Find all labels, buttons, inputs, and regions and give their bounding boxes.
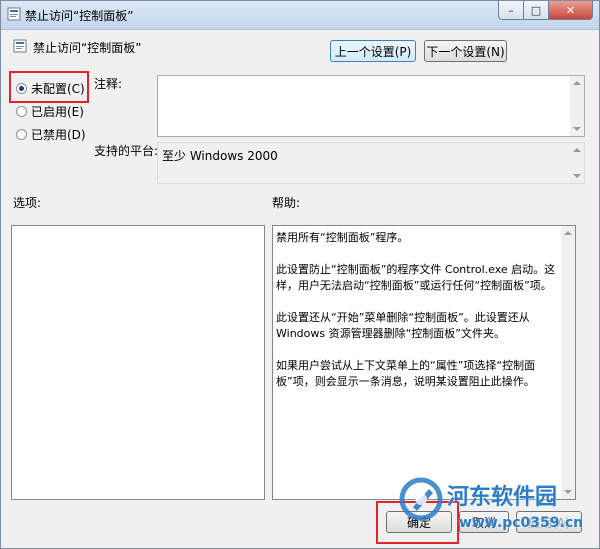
platform-label: 支持的平台: [94,144,159,158]
minimize-button[interactable]: – [498,1,524,20]
help-paragraph: 此设置还从“开始”菜单删除“控制面板”。此设置还从 Windows 资源管理器删… [276,311,530,340]
comment-scrollbar[interactable] [570,76,584,136]
comment-label: 注释: [94,77,123,91]
scroll-down-icon[interactable] [573,174,581,178]
options-label: 选项: [13,196,42,210]
maximize-button[interactable]: □ [524,1,549,20]
annotation-highlight-radio [9,71,89,103]
radio-enabled[interactable]: 已启用(E) [16,103,84,120]
platform-value: 至少 Windows 2000 [162,149,278,163]
policy-name: 禁止访问“控制面板” [33,41,142,55]
next-setting-button[interactable]: 下一个设置(N) [424,40,507,62]
help-scrollbar[interactable] [561,226,575,499]
radio-label: 已禁用(D) [31,128,86,142]
scroll-up-icon[interactable] [573,81,581,85]
help-text: 禁用所有“控制面板”程序。 此设置防止“控制面板”的程序文件 Control.e… [276,230,559,406]
help-paragraph: 如果用户尝试从上下文菜单上的“属性”项选择“控制面板”项，则会显示一条消息，说明… [276,359,536,388]
close-button[interactable]: ✕ [549,1,593,20]
help-paragraph: 禁用所有“控制面板”程序。 [276,231,409,244]
policy-dialog-window: 禁止访问“控制面板” – □ ✕ 禁止访问“控制面板” 上一个设置(P) 下一个… [0,0,600,549]
scroll-down-icon[interactable] [573,127,581,131]
watermark-title: 河东软件园 [447,484,558,510]
watermark-logo-icon [399,477,443,521]
previous-setting-button[interactable]: 上一个设置(P) [330,40,416,62]
help-label: 帮助: [272,196,301,210]
help-panel[interactable]: 禁用所有“控制面板”程序。 此设置防止“控制面板”的程序文件 Control.e… [272,225,576,500]
scroll-up-icon[interactable] [564,231,572,235]
watermark: 河东软件园 www.pc0359.cn [399,475,599,545]
help-paragraph: 此设置防止“控制面板”的程序文件 Control.exe 启动。这样，用户无法启… [276,263,556,292]
radio-unchecked-icon[interactable] [16,129,27,140]
watermark-url: www.pc0359.cn [459,515,584,531]
options-panel [11,225,265,500]
window-controls: – □ ✕ [498,1,593,21]
window-title: 禁止访问“控制面板” [25,9,134,23]
comment-textarea[interactable] [157,75,585,137]
policy-icon [13,39,27,53]
platform-field: 至少 Windows 2000 [157,142,585,184]
title-bar[interactable]: 禁止访问“控制面板” – □ ✕ [1,1,599,30]
radio-label: 已启用(E) [31,105,84,119]
scroll-up-icon[interactable] [573,148,581,152]
radio-unchecked-icon[interactable] [16,106,27,117]
radio-disabled[interactable]: 已禁用(D) [16,126,86,143]
policy-settings-icon [7,7,21,21]
platform-scrollbar[interactable] [570,143,584,183]
